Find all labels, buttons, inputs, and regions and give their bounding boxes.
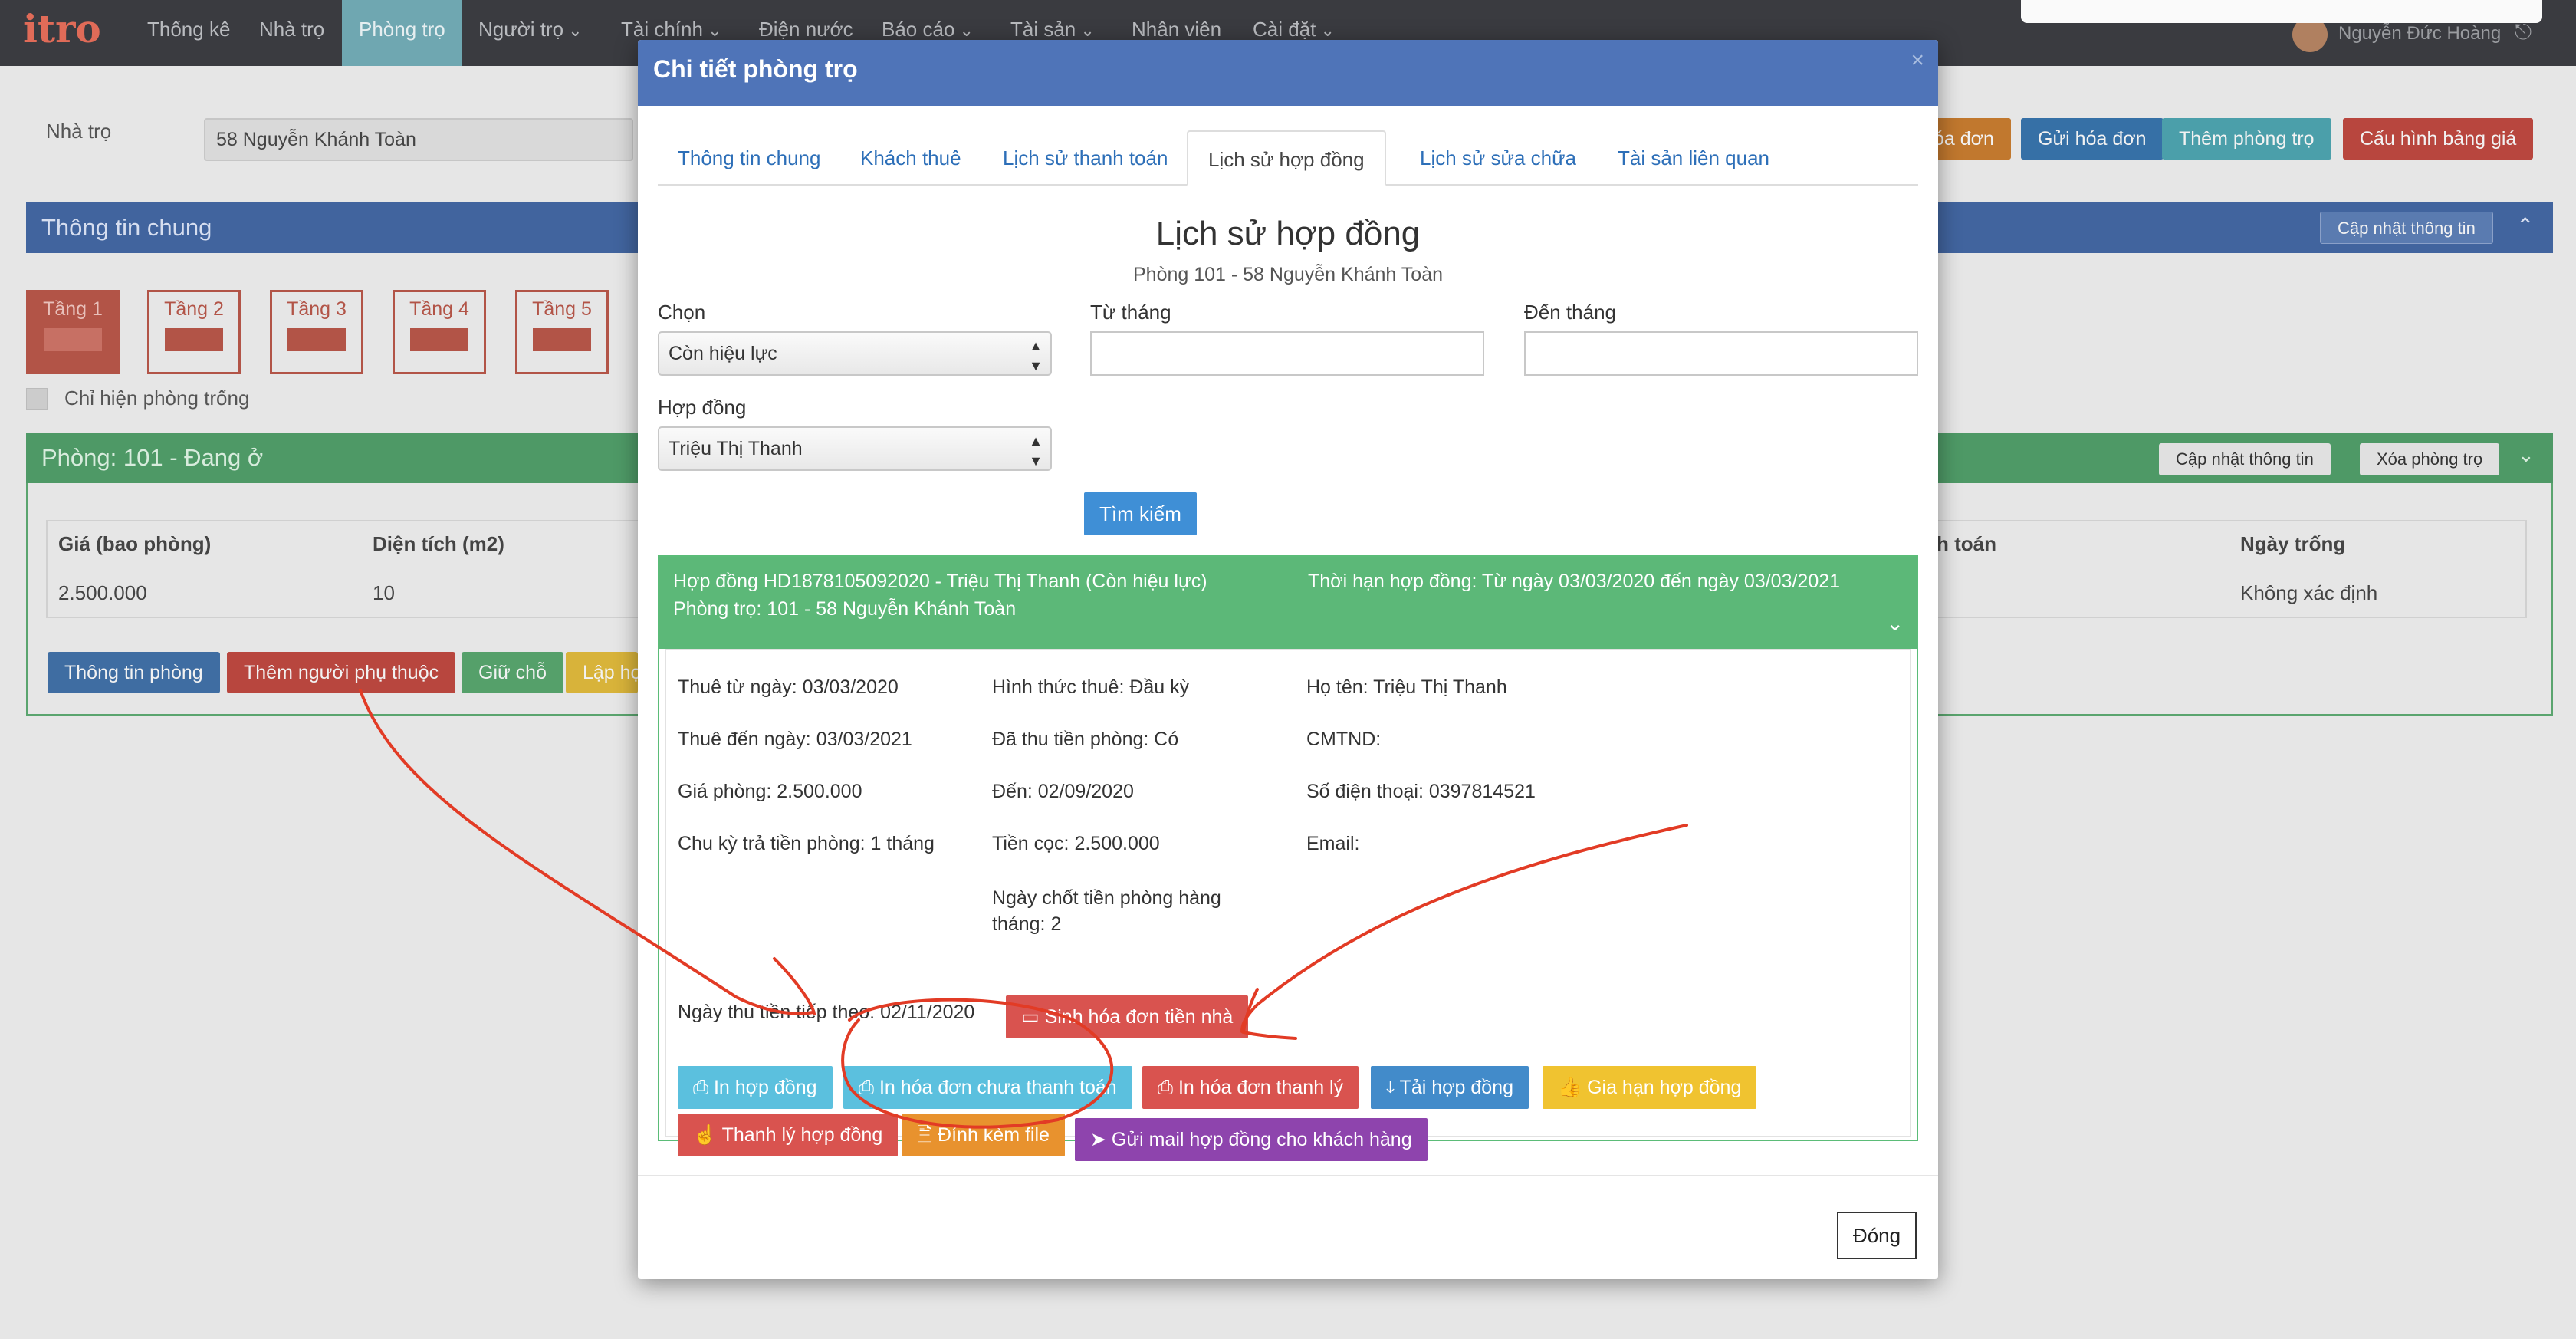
annotation-arrow-1 (359, 689, 814, 1015)
annotation-arrow-2 (1240, 824, 1688, 1033)
annotation-arrowhead-1 (773, 957, 816, 1015)
annotation-circle (841, 998, 1114, 1129)
red-annotation-overlay (359, 689, 1688, 1129)
